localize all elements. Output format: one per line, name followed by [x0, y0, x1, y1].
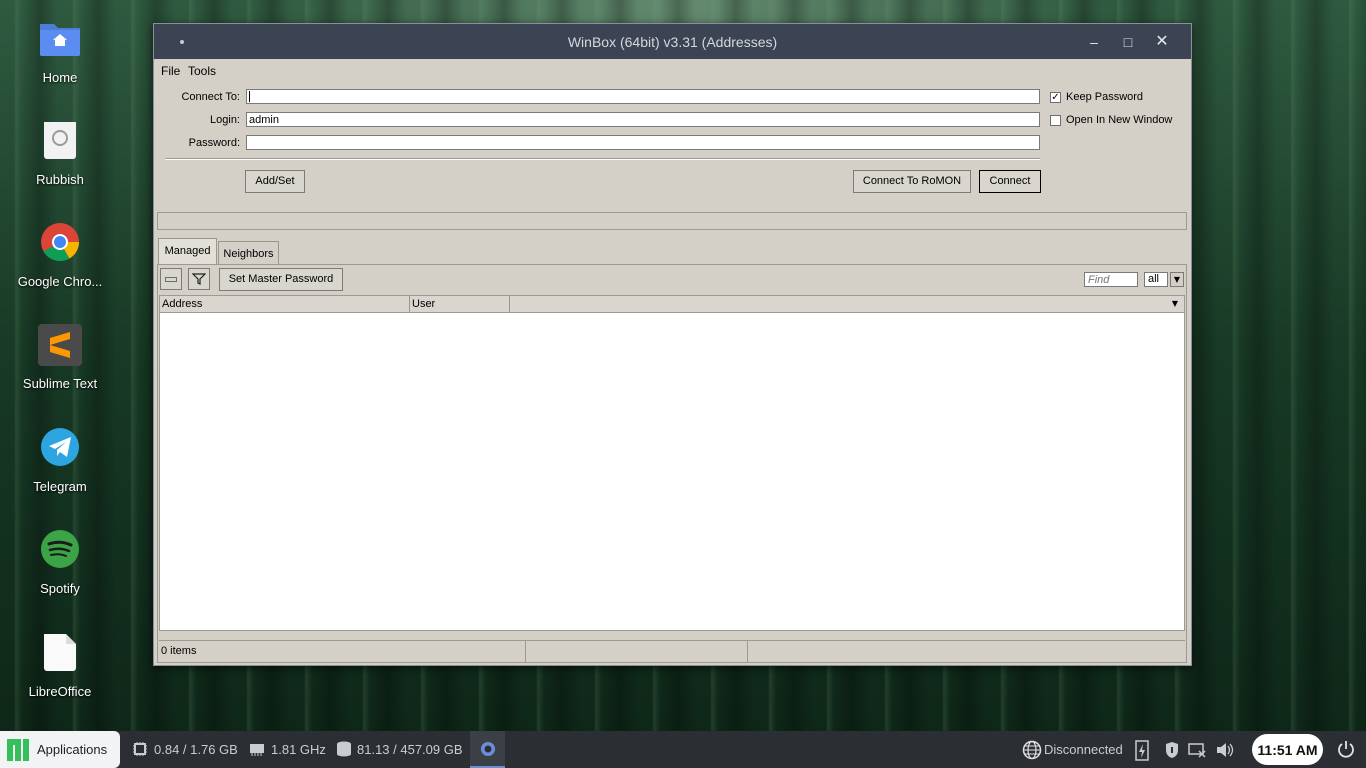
desktop-icon-home[interactable]: Home — [10, 18, 110, 85]
desktop-icon-telegram[interactable]: Telegram — [10, 427, 110, 494]
desktop-icon-label: Rubbish — [36, 172, 84, 187]
filter-select[interactable]: all — [1144, 272, 1168, 287]
tab-panel: Set Master Password all ▼ Address User ▼… — [157, 264, 1187, 663]
cpu-icon — [132, 741, 148, 760]
text-cursor — [249, 91, 250, 102]
disk-icon — [336, 741, 352, 760]
desktop-icon-rubbish[interactable]: Rubbish — [10, 120, 110, 187]
filter-button[interactable] — [188, 268, 210, 290]
address-table: Address User ▼ — [159, 295, 1185, 631]
libreoffice-icon — [38, 632, 82, 676]
login-input[interactable]: admin — [246, 112, 1040, 127]
items-count: 0 items — [161, 645, 197, 657]
desktop-icon-label: Home — [42, 70, 78, 85]
manjaro-logo-icon — [7, 739, 29, 761]
status-divider — [525, 641, 526, 662]
battery-icon[interactable] — [1134, 739, 1150, 764]
home-folder-icon — [38, 18, 82, 62]
column-menu-icon[interactable]: ▼ — [1168, 296, 1182, 312]
network-status[interactable]: Disconnected — [1044, 742, 1123, 757]
add-set-button[interactable]: Add/Set — [245, 170, 305, 193]
column-address[interactable]: Address — [160, 296, 410, 312]
find-input[interactable] — [1084, 272, 1138, 287]
chrome-icon — [38, 222, 82, 266]
minimize-icon[interactable]: – — [1084, 32, 1104, 52]
status-bar: 0 items — [159, 640, 1185, 662]
sublime-text-icon — [38, 324, 82, 368]
taskbar-winbox-button[interactable] — [470, 731, 505, 768]
connect-romon-button[interactable]: Connect To RoMON — [853, 170, 971, 193]
desktop-icon-libreoffice[interactable]: LibreOffice — [10, 632, 110, 699]
trash-icon — [38, 120, 82, 164]
open-new-window-checkbox[interactable] — [1050, 115, 1061, 126]
applications-label: Applications — [37, 742, 108, 757]
minus-icon — [165, 277, 177, 282]
maximize-icon[interactable]: □ — [1118, 32, 1138, 52]
menu-tools[interactable]: Tools — [188, 64, 216, 78]
keep-password-checkbox[interactable]: ✓ — [1050, 92, 1061, 103]
spotify-icon — [38, 529, 82, 573]
applications-menu[interactable]: Applications — [0, 731, 120, 768]
remove-button[interactable] — [160, 268, 182, 290]
close-icon[interactable]: ✕ — [1152, 32, 1172, 52]
desktop-icon-label: LibreOffice — [28, 684, 92, 699]
password-input[interactable] — [246, 135, 1040, 150]
desktop-icon-label: Spotify — [40, 581, 80, 596]
table-header: Address User ▼ — [160, 296, 1184, 313]
winbox-window: WinBox (64bit) v3.31 (Addresses) – □ ✕ F… — [153, 23, 1192, 666]
status-divider — [747, 641, 748, 662]
filter-dropdown-icon[interactable]: ▼ — [1170, 272, 1184, 287]
window-title: WinBox (64bit) v3.31 (Addresses) — [567, 34, 778, 50]
power-icon[interactable] — [1337, 740, 1355, 761]
telegram-icon — [38, 427, 82, 471]
separator — [165, 158, 1040, 160]
keep-password-label: Keep Password — [1066, 91, 1144, 103]
display-off-icon[interactable] — [1188, 742, 1206, 761]
menu-bar: File Tools — [154, 59, 1191, 81]
globe-icon[interactable] — [1022, 740, 1042, 763]
clock-widget[interactable]: 11:51 AM — [1252, 734, 1323, 765]
tab-neighbors[interactable]: Neighbors — [218, 241, 279, 264]
filter-icon — [191, 273, 207, 285]
set-master-password-button[interactable]: Set Master Password — [219, 268, 343, 291]
memory-usage: 0.84 / 1.76 GB — [154, 742, 238, 757]
column-user[interactable]: User — [410, 296, 510, 312]
disk-usage: 81.13 / 457.09 GB — [357, 742, 463, 757]
tab-managed[interactable]: Managed — [158, 238, 217, 264]
shield-icon[interactable] — [1164, 741, 1180, 762]
password-label: Password: — [188, 137, 240, 149]
open-new-window-label: Open In New Window — [1066, 114, 1173, 126]
desktop-icon-label: Telegram — [33, 479, 87, 494]
clock-time: 11:51 AM — [1257, 742, 1318, 758]
login-label: Login: — [210, 114, 240, 126]
desktop-icon-sublime[interactable]: Sublime Text — [10, 324, 110, 391]
connect-to-label: Connect To: — [181, 91, 240, 103]
connect-to-input[interactable] — [246, 89, 1040, 104]
desktop-icon-chrome[interactable]: Google Chro... — [10, 222, 110, 289]
taskbar: Applications 0.84 / 1.76 GB 1.81 GHz 81.… — [0, 731, 1366, 768]
status-strip — [157, 212, 1187, 230]
connect-button[interactable]: Connect — [979, 170, 1041, 193]
cpu-frequency: 1.81 GHz — [271, 742, 326, 757]
volume-icon[interactable] — [1216, 742, 1234, 761]
desktop-icon-label: Sublime Text — [22, 376, 98, 391]
desktop-icon-label: Google Chro... — [17, 274, 103, 289]
memory-chip-icon — [249, 741, 265, 760]
desktop-icon-spotify[interactable]: Spotify — [10, 529, 110, 596]
menu-file[interactable]: File — [161, 64, 180, 78]
title-bar[interactable]: WinBox (64bit) v3.31 (Addresses) – □ ✕ — [154, 24, 1191, 59]
winbox-app-icon — [481, 742, 495, 756]
